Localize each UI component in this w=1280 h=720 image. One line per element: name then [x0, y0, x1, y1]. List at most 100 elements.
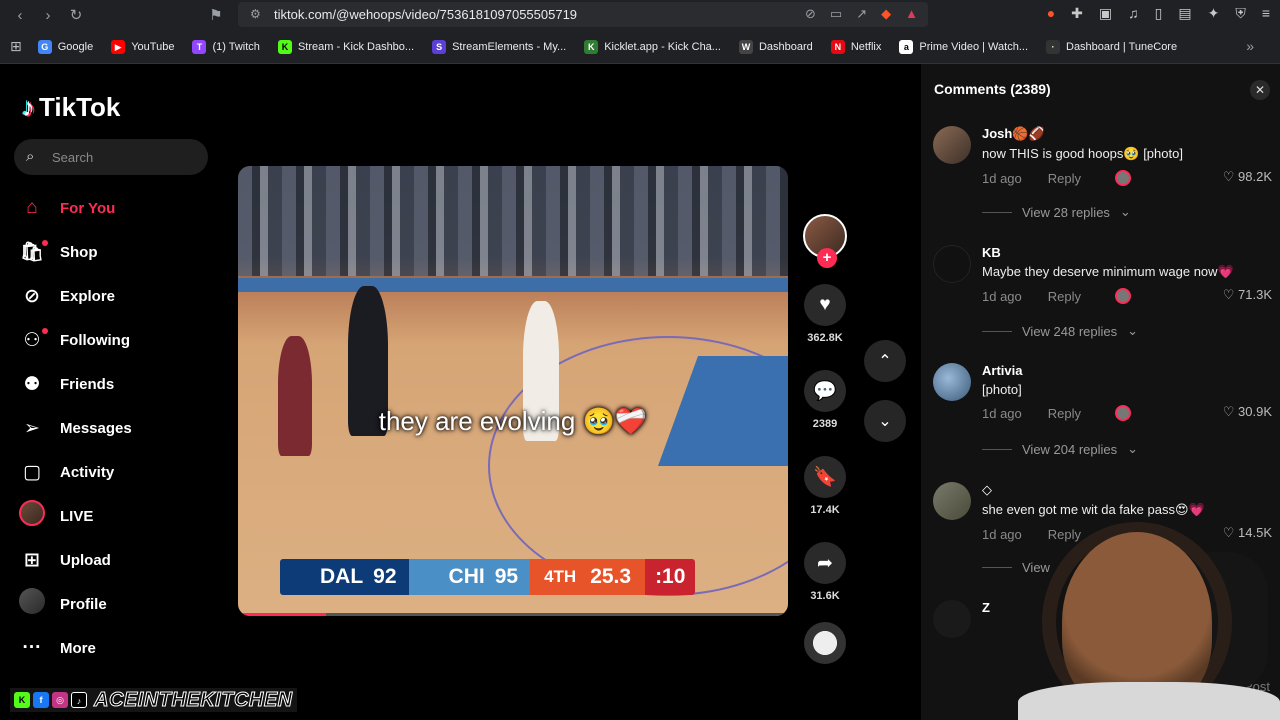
commenter-avatar[interactable]: [933, 126, 971, 164]
bookmark-item[interactable]: K Kicklet.app - Kick Cha...: [584, 39, 721, 54]
sidebar-item-more[interactable]: ··· More: [18, 626, 218, 670]
bookmark-item[interactable]: G Google: [37, 39, 93, 54]
more-icon: ···: [22, 637, 42, 658]
bookmark-favicon-icon: K: [277, 39, 292, 54]
comment-username[interactable]: ◇: [982, 482, 1272, 498]
vpn-icon[interactable]: ⛨: [1235, 5, 1246, 22]
sidebar-item-friends[interactable]: ⚉ Friends: [18, 362, 218, 406]
site-settings-icon[interactable]: ⚙: [250, 7, 264, 21]
tracking-icon[interactable]: ⊘: [805, 6, 816, 22]
commenter-avatar[interactable]: [933, 482, 971, 520]
comment-time: 1d ago: [982, 405, 1022, 421]
kick-icon: K: [14, 692, 30, 708]
heart-icon[interactable]: ♥: [804, 284, 846, 326]
bookmarks-bar: ⊞ G Google ▶ YouTube T (1) Twitch K Stream - Ki…: [0, 30, 1280, 64]
search-input[interactable]: ⌕ Search: [14, 139, 208, 175]
game-clock: 4TH 25.3: [530, 559, 646, 595]
reply-button[interactable]: Reply: [1048, 289, 1081, 304]
sidebar-item-shop[interactable]: 🛍 Shop: [18, 230, 218, 274]
bookmark-favicon-icon: ·: [1046, 39, 1060, 54]
streamer-shirt: [1018, 682, 1280, 720]
comment-likes[interactable]: ♡ 71.3K: [1223, 287, 1272, 303]
compass-icon: ⊘: [24, 285, 40, 307]
reload-icon[interactable]: ↻: [62, 1, 90, 29]
commenter-avatar[interactable]: [933, 363, 971, 401]
video-progress-fill: [238, 613, 326, 616]
view-replies-button[interactable]: View 204 replies ⌄: [982, 441, 1138, 457]
like-count: 362.8K: [807, 332, 843, 344]
cast-icon[interactable]: ▭: [830, 6, 842, 22]
music-icon[interactable]: ♫: [1128, 5, 1139, 22]
comment-text: [photo]: [982, 382, 1022, 397]
heart-outline-icon: ♡: [1222, 169, 1235, 184]
music-disc-icon[interactable]: [804, 622, 846, 664]
sidebar-item-live[interactable]: LIVE: [18, 494, 218, 538]
bookmark-item[interactable]: ▶ YouTube: [111, 39, 174, 54]
bookmark-label: StreamElements - My...: [452, 40, 567, 53]
next-video-button[interactable]: ⌄: [864, 400, 906, 442]
comment-likes[interactable]: ♡ 30.9K: [1223, 404, 1272, 420]
close-icon[interactable]: ✕: [1250, 80, 1270, 100]
heart-outline-icon: ♡: [1222, 404, 1235, 419]
previous-video-button[interactable]: ⌃: [864, 340, 906, 382]
bookmark-item[interactable]: S StreamElements - My...: [432, 39, 567, 54]
comment-username[interactable]: Artivia: [982, 363, 1272, 378]
reply-button[interactable]: Reply: [1048, 171, 1081, 186]
creator-avatar[interactable]: +: [803, 214, 847, 268]
facebook-icon: f: [33, 692, 49, 708]
reply-button[interactable]: Reply: [1048, 406, 1081, 421]
bookmark-item[interactable]: W Dashboard: [738, 39, 813, 54]
streamer-webcam: [1018, 512, 1280, 720]
forward-icon[interactable]: ›: [34, 1, 62, 29]
address-bar[interactable]: ⚙ tiktok.com/@wehoops/video/753618109705…: [238, 2, 928, 27]
video-progress-bar[interactable]: [238, 613, 788, 616]
extension-icon[interactable]: ●: [1047, 5, 1055, 22]
bookmark-save-icon[interactable]: 🔖: [804, 456, 846, 498]
bookmark-item[interactable]: T (1) Twitch: [192, 39, 260, 54]
sidebar-item-following[interactable]: ⚇ Following: [18, 318, 218, 362]
follow-plus-icon[interactable]: +: [817, 248, 837, 268]
brave-shield-icon[interactable]: ◆: [881, 6, 891, 22]
comment-username[interactable]: Josh🏀🏈: [982, 126, 1272, 142]
tiktok-logo[interactable]: ♪ TikTok: [22, 92, 120, 123]
comment-username[interactable]: KB: [982, 245, 1272, 260]
video-caption: they are evolving 🥹❤️‍🩹: [378, 406, 648, 436]
sidebar-item-for-you[interactable]: ⌂ For You: [18, 186, 218, 230]
sidebar-item-upload[interactable]: ⊞ Upload: [18, 538, 218, 582]
commenter-avatar[interactable]: [933, 245, 971, 283]
bookmark-item[interactable]: N Netflix: [830, 39, 881, 54]
live-avatar: [19, 500, 45, 526]
share-icon[interactable]: ↗: [856, 6, 867, 22]
share-arrow-icon[interactable]: ➦: [804, 542, 846, 584]
view-replies-button[interactable]: View 248 replies ⌄: [982, 323, 1138, 339]
creator-liked-avatar: [1115, 170, 1132, 186]
more-bookmarks-icon[interactable]: »: [1246, 38, 1254, 54]
bookmark-label: Stream - Kick Dashbo...: [297, 40, 415, 53]
sidebar-item-explore[interactable]: ⊘ Explore: [18, 274, 218, 318]
bookmark-item[interactable]: K Stream - Kick Dashbo...: [277, 39, 415, 54]
bookmark-item[interactable]: · Dashboard | TuneCore: [1046, 39, 1177, 54]
chevron-down-icon: ⌄: [1127, 323, 1139, 338]
comment-icon[interactable]: 💬: [804, 370, 846, 412]
apps-icon[interactable]: ⊞: [10, 38, 22, 55]
bookmark-favicon-icon: K: [584, 39, 599, 54]
wallet-icon[interactable]: ▤: [1178, 5, 1191, 22]
bookmark-icon[interactable]: ⚑: [202, 1, 230, 29]
sidebar-item-activity[interactable]: ▢ Activity: [18, 450, 218, 494]
streamer-banner: K f ◎ ♪ ACEINTHEKITCHEN: [10, 688, 297, 712]
comment-likes[interactable]: ♡ 98.2K: [1223, 169, 1272, 185]
video-player[interactable]: they are evolving 🥹❤️‍🩹 DAL 92 CHI 95 4T…: [238, 166, 788, 616]
menu-icon[interactable]: ≡: [1262, 5, 1270, 22]
sidebar-item-messages[interactable]: ➢ Messages: [18, 406, 218, 450]
rewards-icon[interactable]: ▲: [905, 6, 918, 22]
screenshot-icon[interactable]: ▣: [1099, 5, 1112, 22]
commenter-avatar[interactable]: [933, 600, 971, 638]
bookmark-item[interactable]: a Prime Video | Watch...: [899, 39, 1028, 54]
view-replies-button[interactable]: View 28 replies ⌄: [982, 204, 1131, 220]
back-icon[interactable]: ‹: [6, 1, 34, 29]
bookmark-label: Prime Video | Watch...: [919, 40, 1028, 53]
sidebar-item-profile[interactable]: Profile: [18, 582, 218, 626]
sidebar-icon[interactable]: ▯: [1155, 5, 1163, 22]
puzzle-icon[interactable]: ✚: [1071, 5, 1083, 22]
leo-icon[interactable]: ✦: [1208, 5, 1220, 22]
